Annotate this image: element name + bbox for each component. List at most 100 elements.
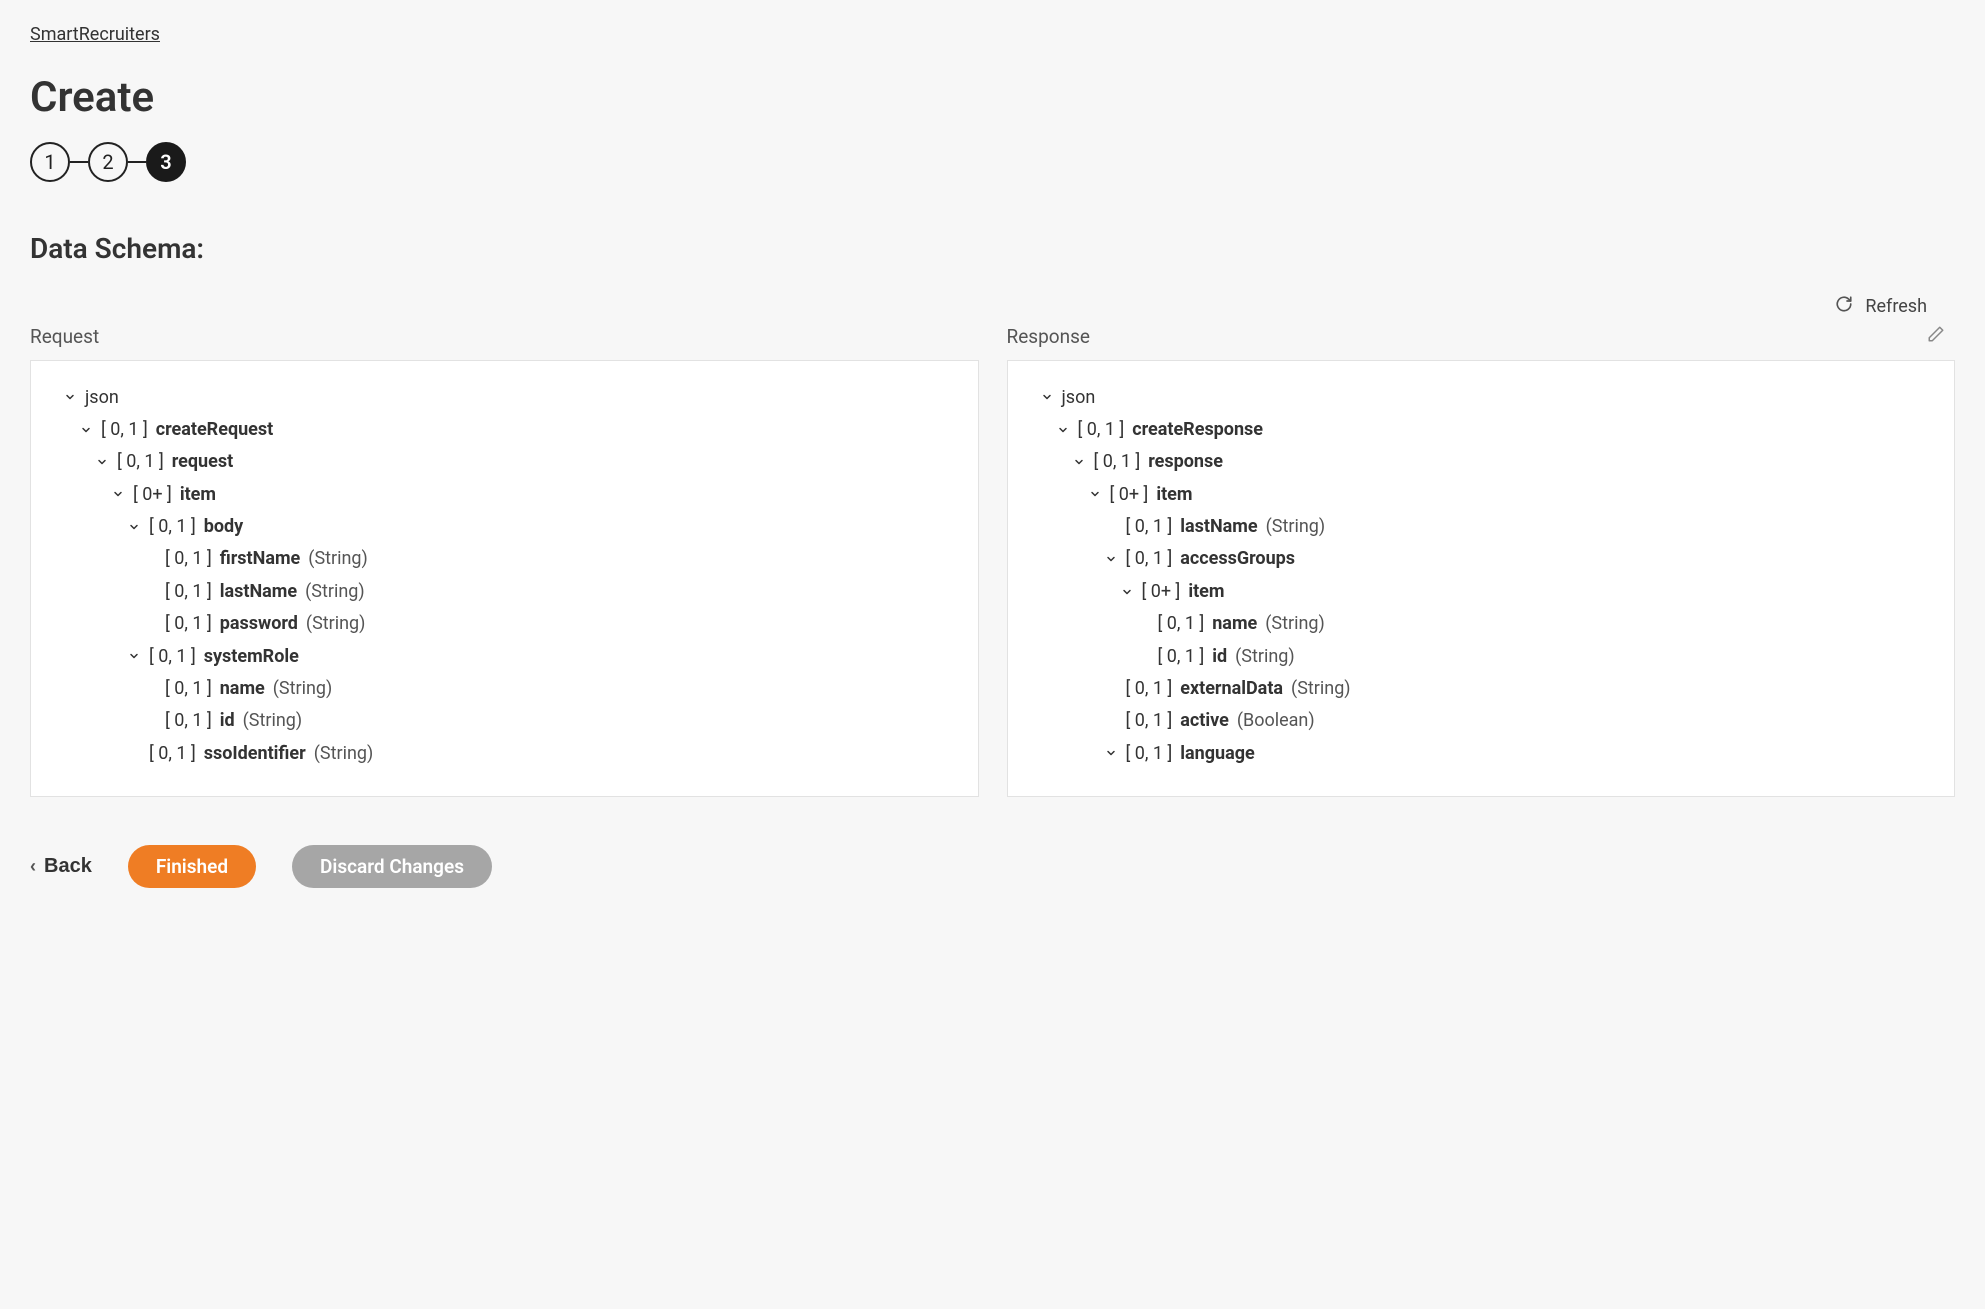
tree-row[interactable]: [ 0, 1 ] request [55,446,954,478]
cardinality-label: [ 0+ ] [1110,483,1149,506]
cardinality-label: [ 0, 1 ] [165,547,212,570]
field-type: (Boolean) [1237,709,1315,732]
field-name: active [1180,709,1229,732]
field-name: externalData [1180,677,1283,700]
cardinality-label: [ 0, 1 ] [1078,418,1125,441]
page-title: Create [30,73,1955,122]
tree-row[interactable]: [ 0, 1 ] name (String) [1032,608,1931,640]
field-name: item [1156,483,1192,506]
field-name: language [1180,742,1255,765]
breadcrumb-link[interactable]: SmartRecruiters [30,24,160,45]
chevron-down-icon[interactable] [1104,747,1118,759]
field-name: item [180,483,216,506]
field-type: (String) [306,612,366,635]
field-type: (String) [243,709,303,732]
cardinality-label: [ 0, 1 ] [1126,742,1173,765]
field-type: (String) [308,547,368,570]
field-name: id [220,709,235,732]
tree-row[interactable]: [ 0, 1 ] name (String) [55,673,954,705]
field-name: name [1212,612,1257,635]
finished-button[interactable]: Finished [128,845,256,888]
tree-row[interactable]: [ 0, 1 ] accessGroups [1032,543,1931,575]
request-panel-label: Request [30,325,99,348]
chevron-down-icon[interactable] [1040,391,1054,403]
field-name: body [204,515,243,538]
response-panel: json[ 0, 1 ] createResponse[ 0, 1 ] resp… [1007,360,1956,797]
field-name: response [1148,450,1223,473]
field-type: (String) [305,580,365,603]
cardinality-label: [ 0, 1 ] [149,515,196,538]
cardinality-label: [ 0+ ] [133,483,172,506]
tree-row[interactable]: [ 0, 1 ] password (String) [55,608,954,640]
cardinality-label: [ 0, 1 ] [1126,709,1173,732]
tree-row[interactable]: [ 0, 1 ] language [1032,737,1931,769]
field-name: json [1062,386,1096,409]
field-type: (String) [273,677,333,700]
cardinality-label: [ 0, 1 ] [1126,677,1173,700]
chevron-down-icon[interactable] [1072,456,1086,468]
tree-row[interactable]: [ 0, 1 ] externalData (String) [1032,673,1931,705]
tree-row[interactable]: [ 0, 1 ] lastName (String) [1032,511,1931,543]
cardinality-label: [ 0+ ] [1142,580,1181,603]
refresh-button[interactable]: Refresh [1865,296,1927,317]
discard-button[interactable]: Discard Changes [292,845,492,888]
tree-row[interactable]: [ 0, 1 ] active (Boolean) [1032,705,1931,737]
field-name: firstName [220,547,301,570]
chevron-down-icon[interactable] [1088,488,1102,500]
step-connector [128,161,146,163]
field-name: lastName [220,580,297,603]
section-title: Data Schema: [30,232,1955,265]
chevron-down-icon[interactable] [79,424,93,436]
chevron-down-icon[interactable] [63,391,77,403]
tree-row[interactable]: [ 0, 1 ] systemRole [55,640,954,672]
tree-row[interactable]: [ 0+ ] item [1032,575,1931,607]
field-name: password [220,612,298,635]
back-button[interactable]: ‹ Back [30,855,92,878]
response-panel-label: Response [1007,325,1090,348]
tree-row[interactable]: [ 0+ ] item [1032,478,1931,510]
tree-row[interactable]: json [55,381,954,413]
field-type: (String) [1266,515,1326,538]
tree-row[interactable]: [ 0+ ] item [55,478,954,510]
tree-row[interactable]: [ 0, 1 ] id (String) [1032,640,1931,672]
step-1[interactable]: 1 [30,142,70,182]
chevron-down-icon[interactable] [1056,424,1070,436]
tree-row[interactable]: json [1032,381,1931,413]
cardinality-label: [ 0, 1 ] [101,418,148,441]
tree-row[interactable]: [ 0, 1 ] firstName (String) [55,543,954,575]
tree-row[interactable]: [ 0, 1 ] createRequest [55,413,954,445]
chevron-down-icon[interactable] [95,456,109,468]
field-name: request [172,450,233,473]
field-name: accessGroups [1180,547,1295,570]
chevron-left-icon: ‹ [30,856,36,877]
request-panel: json[ 0, 1 ] createRequest[ 0, 1 ] reque… [30,360,979,797]
field-type: (String) [1235,645,1295,668]
chevron-down-icon[interactable] [127,650,141,662]
tree-row[interactable]: [ 0, 1 ] response [1032,446,1931,478]
cardinality-label: [ 0, 1 ] [149,645,196,668]
field-name: lastName [1180,515,1257,538]
step-2[interactable]: 2 [88,142,128,182]
chevron-down-icon[interactable] [1120,586,1134,598]
field-name: createRequest [156,418,274,441]
back-button-label: Back [44,855,92,878]
field-name: systemRole [204,645,299,668]
cardinality-label: [ 0, 1 ] [1126,515,1173,538]
tree-row[interactable]: [ 0, 1 ] ssoIdentifier (String) [55,737,954,769]
tree-row[interactable]: [ 0, 1 ] createResponse [1032,413,1931,445]
cardinality-label: [ 0, 1 ] [165,709,212,732]
chevron-down-icon[interactable] [127,521,141,533]
refresh-icon[interactable] [1835,295,1853,317]
cardinality-label: [ 0, 1 ] [165,677,212,700]
field-name: ssoIdentifier [204,742,306,765]
edit-icon[interactable] [1927,325,1945,348]
chevron-down-icon[interactable] [111,488,125,500]
chevron-down-icon[interactable] [1104,553,1118,565]
tree-row[interactable]: [ 0, 1 ] id (String) [55,705,954,737]
step-3[interactable]: 3 [146,142,186,182]
tree-row[interactable]: [ 0, 1 ] lastName (String) [55,575,954,607]
field-name: name [220,677,265,700]
tree-row[interactable]: [ 0, 1 ] body [55,511,954,543]
cardinality-label: [ 0, 1 ] [1094,450,1141,473]
cardinality-label: [ 0, 1 ] [165,580,212,603]
